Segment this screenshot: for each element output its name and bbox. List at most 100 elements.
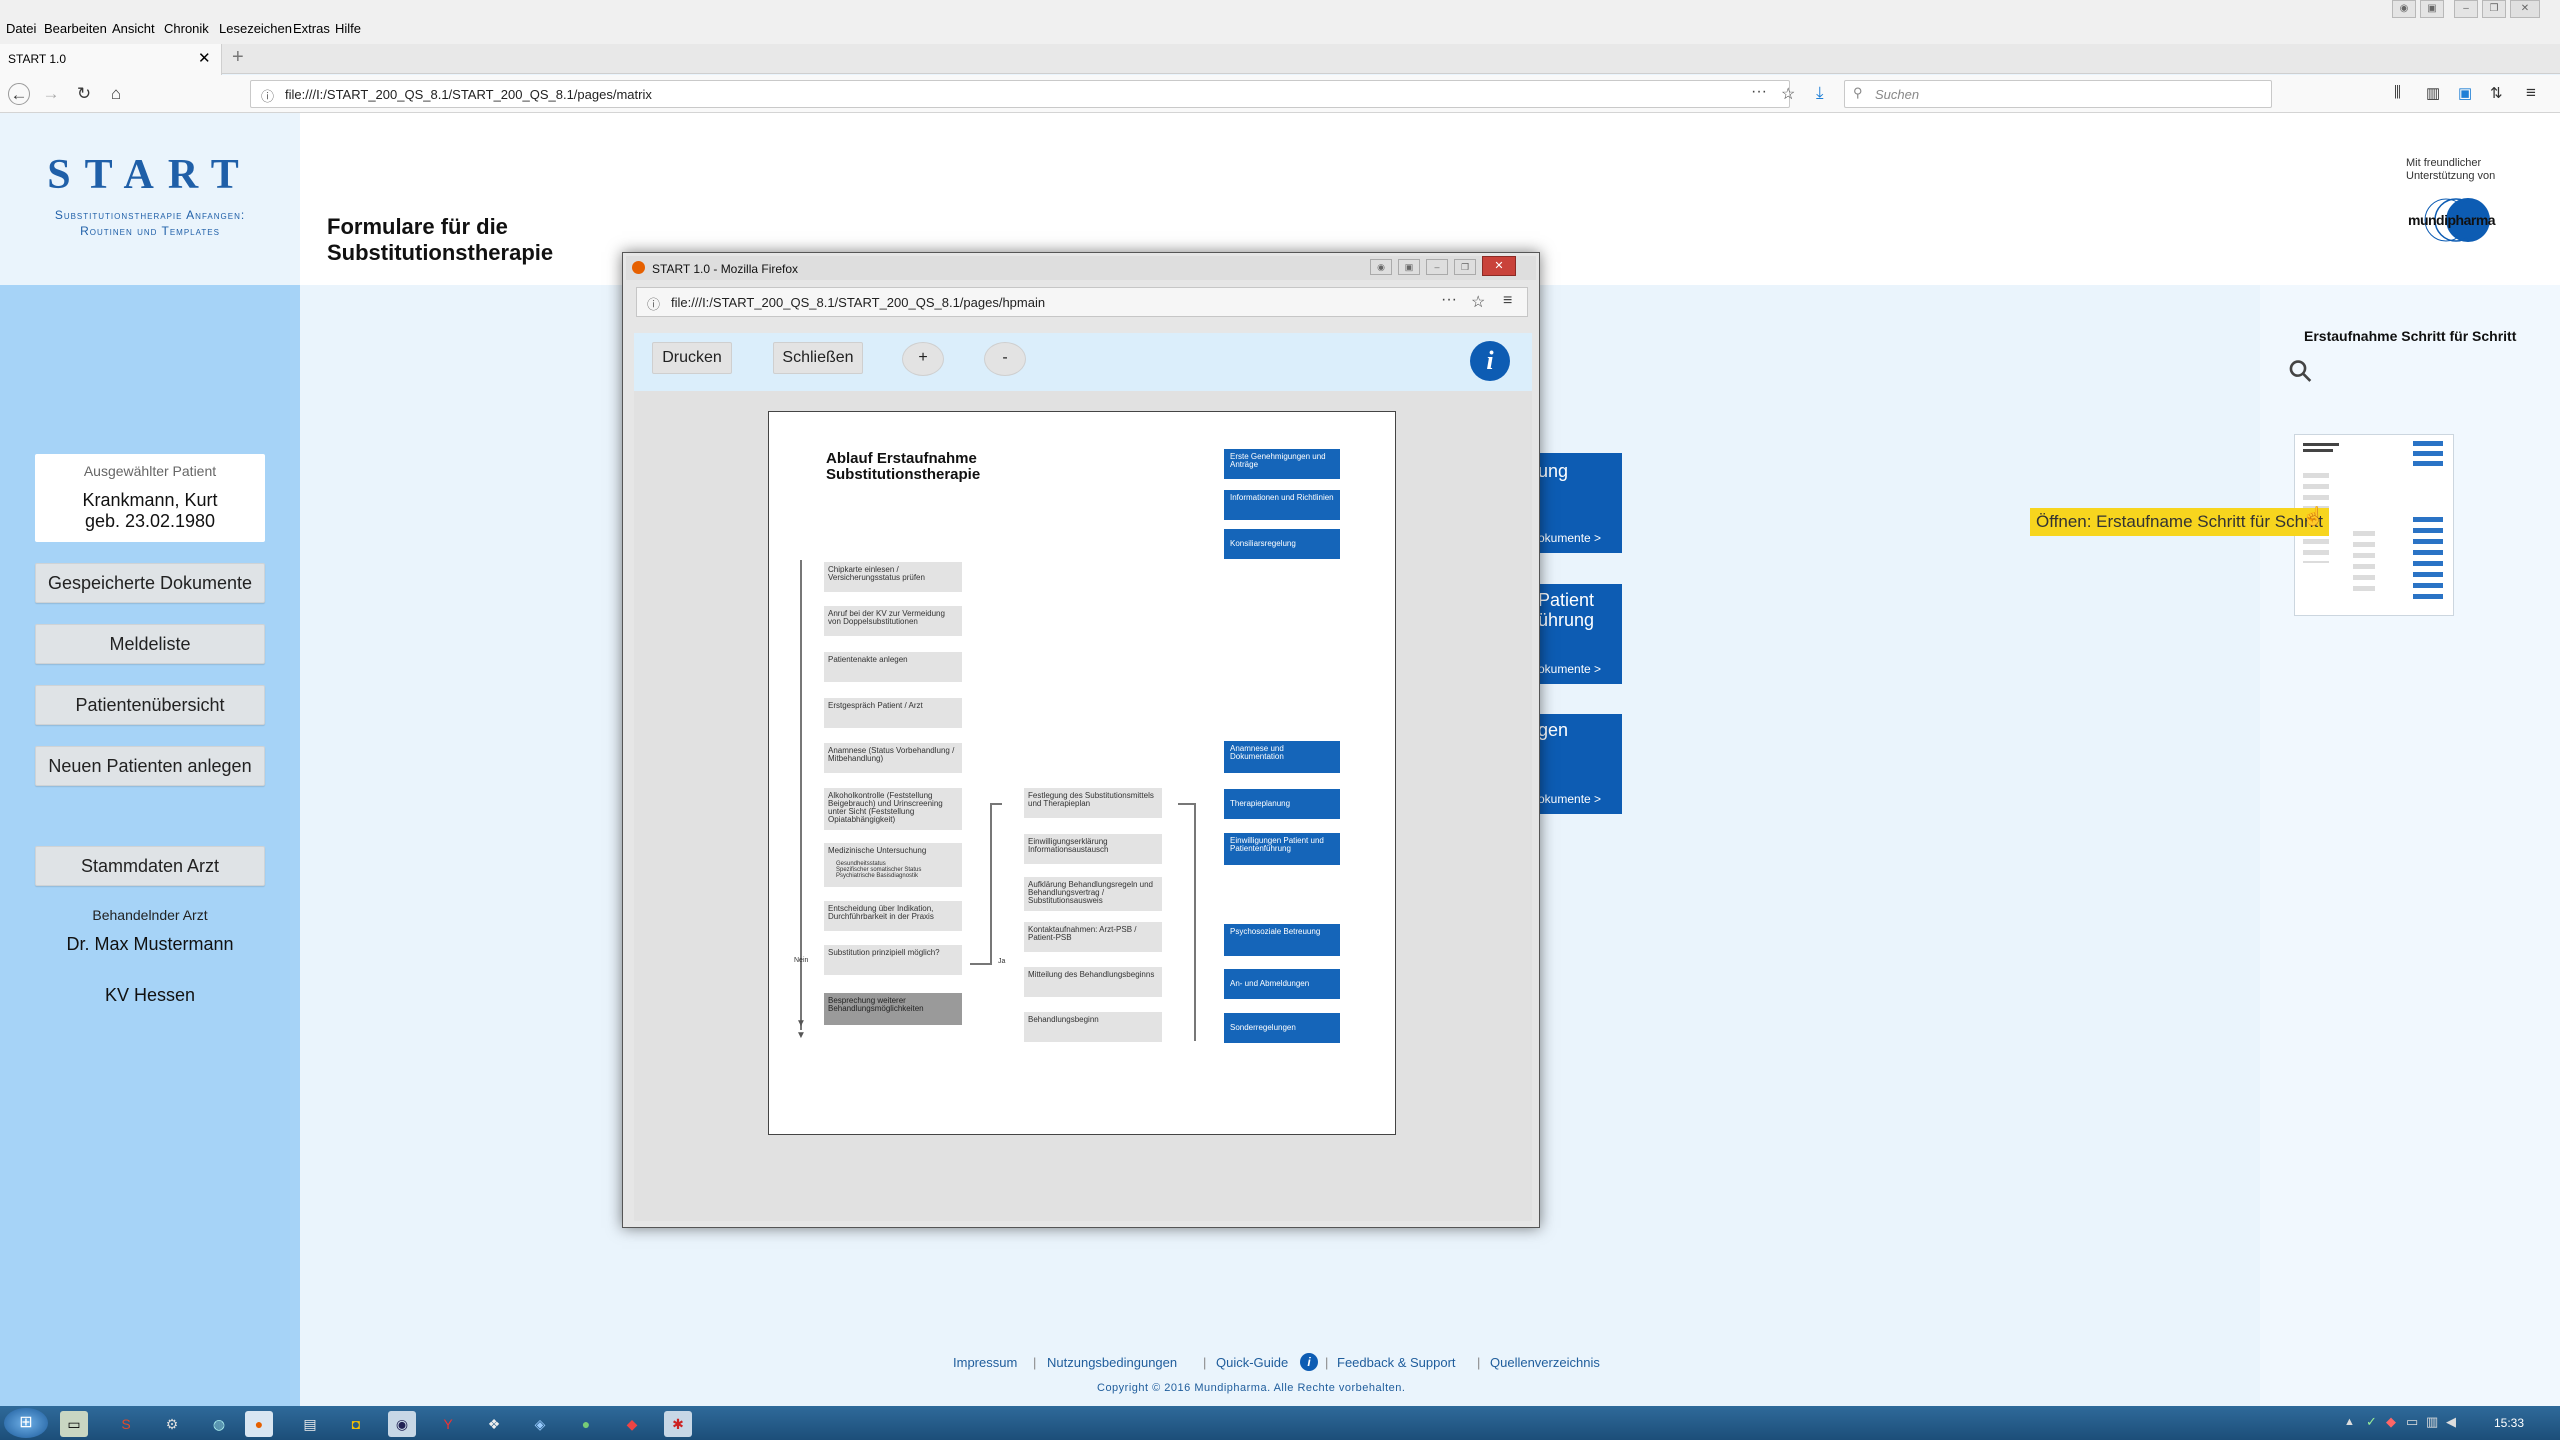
saved-documents-button[interactable]: Gespeicherte Dokumente	[35, 563, 265, 603]
footer-feedback[interactable]: Feedback & Support	[1337, 1355, 1456, 1370]
link-therapieplanung[interactable]: Therapieplanung	[1224, 789, 1340, 819]
home-icon[interactable]: ⌂	[105, 83, 127, 105]
link-einwilligungen[interactable]: Einwilligungen Patient und Patientenführ…	[1224, 833, 1340, 865]
zoom-out-button[interactable]: -	[984, 342, 1026, 376]
firefox-taskbar-icon[interactable]: ●	[245, 1411, 273, 1437]
menu-lesezeichen[interactable]: Lesezeichen	[219, 21, 292, 36]
popup-page-actions-icon[interactable]: ···	[1441, 291, 1457, 309]
app-icon[interactable]: ▤	[296, 1411, 324, 1437]
menu-hilfe[interactable]: Hilfe	[335, 21, 361, 36]
app-icon[interactable]: ◘	[342, 1411, 370, 1437]
link-konsiliarsregelung[interactable]: Konsiliarsregelung	[1224, 529, 1340, 559]
footer-nutzungsbedingungen[interactable]: Nutzungsbedingungen	[1047, 1355, 1177, 1370]
app-icon[interactable]: ❖	[480, 1411, 508, 1437]
popup-eye-icon[interactable]: ◉	[1370, 259, 1392, 275]
volume-icon[interactable]: ◀	[2446, 1414, 2456, 1430]
app-icon[interactable]: ◈	[526, 1411, 554, 1437]
pin-icon[interactable]: ▣	[2420, 0, 2444, 18]
tab-start[interactable]: START 1.0 ✕	[0, 44, 222, 75]
info-icon[interactable]: ⓘ	[261, 86, 274, 105]
menu-extras[interactable]: Extras	[293, 21, 330, 36]
footer-quellenverzeichnis[interactable]: Quellenverzeichnis	[1490, 1355, 1600, 1370]
link-erste-genehmigungen[interactable]: Erste Genehmigungen und Anträge	[1224, 449, 1340, 479]
zoom-in-button[interactable]: +	[902, 342, 944, 376]
step-besprechung: Besprechung weiterer Behandlungsmöglichk…	[824, 993, 962, 1025]
explorer-icon[interactable]: ▭	[60, 1411, 88, 1437]
link-psychosoziale-betreuung[interactable]: Psychosoziale Betreuung	[1224, 924, 1340, 956]
network-icon[interactable]: ▥	[2426, 1414, 2438, 1430]
app-icon[interactable]: ●	[572, 1411, 600, 1437]
tray-chevron-icon[interactable]: ▲	[2344, 1416, 2355, 1428]
eye-icon[interactable]: ◉	[2392, 0, 2416, 18]
popup-titlebar: START 1.0 - Mozilla Firefox ◉ ▣ – ❐ ✕	[626, 256, 1536, 280]
search-input[interactable]: ⚲ Suchen	[1844, 80, 2272, 108]
patient-overview-button[interactable]: Patientenübersicht	[35, 685, 265, 725]
sidebar-icon[interactable]: ▥	[2426, 84, 2440, 102]
forward-icon[interactable]: →	[40, 83, 62, 105]
popup-url-bar[interactable]: ⓘ file:///I:/START_200_QS_8.1/START_200_…	[636, 287, 1528, 317]
med-sub-3: Psychiatrische Basisdiagnostik	[836, 873, 919, 879]
arrow-down-icon: ▼	[796, 1018, 806, 1029]
right-panel-title: Erstaufnahme Schritt für Schritt	[2304, 328, 2517, 344]
info-button-icon[interactable]: i	[1470, 341, 1510, 381]
logo[interactable]: START Substitutionstherapie Anfangen: Ro…	[0, 113, 300, 285]
popup-bookmark-icon[interactable]: ☆	[1471, 292, 1485, 312]
app-icon[interactable]: ✱	[664, 1411, 692, 1437]
reload-icon[interactable]: ↻	[73, 83, 95, 105]
thumb-title-line	[2303, 449, 2333, 452]
close-button[interactable]: Schließen	[773, 342, 863, 374]
meldeliste-button[interactable]: Meldeliste	[35, 624, 265, 664]
card-3-link[interactable]: okumente >	[1538, 792, 1601, 806]
menu-chronik[interactable]: Chronik	[164, 21, 209, 36]
popup-close-icon[interactable]: ✕	[1482, 256, 1516, 276]
link-anamnese-dokumentation[interactable]: Anamnese und Dokumentation	[1224, 741, 1340, 773]
popup-maximize-icon[interactable]: ❐	[1454, 259, 1476, 275]
extension-icon[interactable]: ⇅	[2490, 84, 2503, 102]
app-icon[interactable]: ⚙	[158, 1411, 186, 1437]
tray-icon[interactable]: ◆	[2386, 1414, 2396, 1430]
print-button[interactable]: Drucken	[652, 342, 732, 374]
stammdaten-arzt-button[interactable]: Stammdaten Arzt	[35, 846, 265, 886]
new-patient-button[interactable]: Neuen Patienten anlegen	[35, 746, 265, 786]
tray-icon[interactable]: ✓	[2366, 1414, 2377, 1430]
menu-datei[interactable]: Datei	[6, 21, 36, 36]
link-an-abmeldungen[interactable]: An- und Abmeldungen	[1224, 969, 1340, 999]
restore-icon[interactable]: ❐	[2482, 0, 2506, 18]
quick-guide-info-icon[interactable]: i	[1300, 1353, 1318, 1371]
popup-menu-icon[interactable]: ≡	[1503, 292, 1512, 310]
tray-icon[interactable]: ▭	[2406, 1414, 2418, 1430]
minimize-icon[interactable]: –	[2454, 0, 2478, 18]
app-icon[interactable]: Y	[434, 1411, 462, 1437]
tab-close-icon[interactable]: ✕	[198, 49, 211, 67]
new-tab-icon[interactable]: +	[232, 46, 244, 69]
close-window-icon[interactable]: ✕	[2510, 0, 2540, 18]
back-icon[interactable]: ←	[8, 83, 30, 105]
app-icon[interactable]: ◉	[388, 1411, 416, 1437]
hamburger-menu-icon[interactable]: ≡	[2526, 83, 2536, 103]
clock[interactable]: 15:33	[2494, 1416, 2524, 1430]
library-icon[interactable]: ⫼	[2394, 84, 2401, 101]
doc-title-line-1: Ablauf Erstaufnahme	[826, 450, 977, 467]
card-2-link[interactable]: okumente >	[1538, 662, 1601, 676]
mundipharma-logo[interactable]: mundipharma	[2406, 196, 2496, 244]
app-icon[interactable]: S	[112, 1411, 140, 1437]
popup-minimize-icon[interactable]: –	[1426, 259, 1448, 275]
start-button-icon[interactable]: ⊞	[4, 1408, 48, 1438]
popup-pin-icon[interactable]: ▣	[1398, 259, 1420, 275]
card-1-title: ung	[1538, 461, 1569, 481]
menu-ansicht[interactable]: Ansicht	[112, 21, 155, 36]
footer-quick-guide[interactable]: Quick-Guide	[1216, 1355, 1288, 1370]
app-icon[interactable]: ◆	[618, 1411, 646, 1437]
app-icon[interactable]: ◍	[205, 1411, 233, 1437]
screenshot-icon[interactable]: ▣	[2458, 84, 2472, 102]
footer-impressum[interactable]: Impressum	[953, 1355, 1017, 1370]
step-einwilligungserklaerung: Einwilligungserklärung Informationsausta…	[1024, 834, 1162, 864]
link-sonderregelungen[interactable]: Sonderregelungen	[1224, 1013, 1340, 1043]
card-1-link[interactable]: okumente >	[1538, 531, 1601, 545]
url-bar[interactable]: ⓘ file:///I:/START_200_QS_8.1/START_200_…	[250, 80, 1795, 108]
bookmark-star-icon[interactable]: ☆	[1781, 84, 1795, 104]
link-informationen[interactable]: Informationen und Richtlinien	[1224, 490, 1340, 520]
menu-bearbeiten[interactable]: Bearbeiten	[44, 21, 107, 36]
page-actions-icon[interactable]: ···	[1751, 83, 1767, 101]
download-icon[interactable]: ⤓	[1816, 83, 1824, 103]
